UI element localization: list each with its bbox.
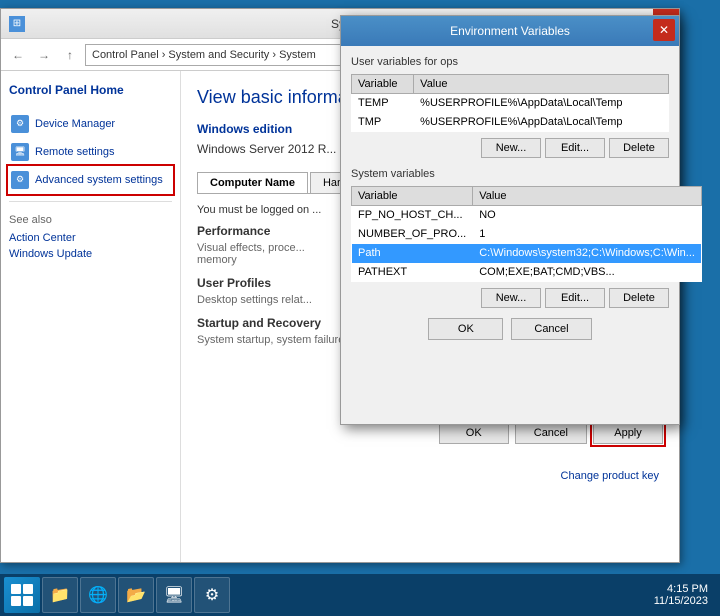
taskbar-server-icon[interactable]: 🖥 <box>156 577 192 613</box>
sys-edit-button[interactable]: Edit... <box>545 288 605 308</box>
user-var-row-tmp[interactable]: TMP %USERPROFILE%\AppData\Local\Temp <box>352 113 669 132</box>
sys-var-row-path[interactable]: Path C:\Windows\system32;C:\Windows;C:\W… <box>352 244 702 263</box>
sidebar-item-advanced-settings[interactable]: ⚙ Advanced system settings <box>9 167 172 193</box>
system-vars-buttons: New... Edit... Delete <box>351 288 669 308</box>
sys-var-col-value: Value <box>473 187 702 206</box>
ok-button[interactable]: OK <box>439 422 509 444</box>
up-button[interactable]: ↑ <box>59 44 81 66</box>
taskbar-explorer-icon[interactable]: 📁 <box>42 577 78 613</box>
user-vars-buttons: New... Edit... Delete <box>351 138 669 158</box>
user-delete-button[interactable]: Delete <box>609 138 669 158</box>
user-vars-table: Variable Value TEMP %USERPROFILE%\AppDat… <box>351 74 669 132</box>
user-var-row-temp[interactable]: TEMP %USERPROFILE%\AppData\Local\Temp <box>352 94 669 113</box>
left-panel: Control Panel Home ⚙ Device Manager 🖥 Re… <box>1 71 181 562</box>
env-ok-row: OK Cancel <box>351 318 669 340</box>
divider <box>9 201 172 202</box>
forward-button[interactable]: → <box>33 44 55 66</box>
env-dialog-titlebar: Environment Variables ✕ <box>341 16 679 46</box>
taskbar-ie-icon[interactable]: 🌐 <box>80 577 116 613</box>
change-product-key-link[interactable]: Change product key <box>561 470 659 482</box>
device-manager-label: Device Manager <box>35 118 115 130</box>
sys-var-pathext-value: COM;EXE;BAT;CMD;VBS... <box>473 263 702 282</box>
advanced-settings-icon: ⚙ <box>11 171 29 189</box>
sys-var-numproc-name: NUMBER_OF_PRO... <box>352 225 473 244</box>
sys-var-pathext-name: PATHEXT <box>352 263 473 282</box>
user-new-button[interactable]: New... <box>481 138 541 158</box>
env-close-button[interactable]: ✕ <box>653 19 675 41</box>
system-vars-table: Variable Value FP_NO_HOST_CH... NO NUMBE… <box>351 186 702 282</box>
start-icon <box>11 584 33 606</box>
env-ok-button[interactable]: OK <box>428 318 503 340</box>
clock-date: 11/15/2023 <box>654 595 708 607</box>
taskbar: 📁 🌐 📂 🖥 ⚙ 4:15 PM 11/15/2023 <box>0 574 720 616</box>
sys-var-fp-value: NO <box>473 206 702 225</box>
sidebar-item-device-manager[interactable]: ⚙ Device Manager <box>9 111 172 137</box>
start-button[interactable] <box>4 577 40 613</box>
sys-var-row-numproc[interactable]: NUMBER_OF_PRO... 1 <box>352 225 702 244</box>
tab-computer-name[interactable]: Computer Name <box>197 172 308 193</box>
apply-button[interactable]: Apply <box>593 422 663 444</box>
system-vars-title: System variables <box>351 168 669 180</box>
remote-settings-label: Remote settings <box>35 146 114 158</box>
sys-var-path-value: C:\Windows\system32;C:\Windows;C:\Win... <box>473 244 702 263</box>
user-var-tmp-name: TMP <box>352 113 414 132</box>
user-var-col-variable: Variable <box>352 75 414 94</box>
taskbar-settings-icon[interactable]: ⚙ <box>194 577 230 613</box>
user-var-temp-value: %USERPROFILE%\AppData\Local\Temp <box>414 94 669 113</box>
remote-settings-icon: 🖥 <box>11 143 29 161</box>
user-var-col-value: Value <box>414 75 669 94</box>
control-panel-home-title: Control Panel Home <box>9 83 172 99</box>
env-dialog-content: User variables for ops Variable Value TE… <box>341 46 679 350</box>
sys-delete-button[interactable]: Delete <box>609 288 669 308</box>
user-var-tmp-value: %USERPROFILE%\AppData\Local\Temp <box>414 113 669 132</box>
action-center-link[interactable]: Action Center <box>9 232 172 244</box>
sys-var-fp-name: FP_NO_HOST_CH... <box>352 206 473 225</box>
advanced-settings-label: Advanced system settings <box>35 174 163 186</box>
sys-var-row-fp[interactable]: FP_NO_HOST_CH... NO <box>352 206 702 225</box>
desktop: ⊞ System — □ ✕ ← → ↑ Control Panel › Sys… <box>0 0 720 574</box>
taskbar-folder-icon[interactable]: 📂 <box>118 577 154 613</box>
system-window-icon: ⊞ <box>9 16 25 32</box>
sys-new-button[interactable]: New... <box>481 288 541 308</box>
windows-update-link[interactable]: Windows Update <box>9 248 172 260</box>
environment-variables-dialog: Environment Variables ✕ User variables f… <box>340 15 680 425</box>
env-cancel-button[interactable]: Cancel <box>511 318 591 340</box>
cancel-button[interactable]: Cancel <box>515 422 587 444</box>
sidebar-item-remote-settings[interactable]: 🖥 Remote settings <box>9 139 172 165</box>
sys-var-row-pathext[interactable]: PATHEXT COM;EXE;BAT;CMD;VBS... <box>352 263 702 282</box>
sys-var-col-variable: Variable <box>352 187 473 206</box>
user-vars-title: User variables for ops <box>351 56 669 68</box>
sys-var-numproc-value: 1 <box>473 225 702 244</box>
user-var-temp-name: TEMP <box>352 94 414 113</box>
taskbar-clock: 4:15 PM 11/15/2023 <box>646 583 716 607</box>
sys-var-path-name: Path <box>352 244 473 263</box>
device-manager-icon: ⚙ <box>11 115 29 133</box>
see-also-label: See also <box>9 214 172 226</box>
user-edit-button[interactable]: Edit... <box>545 138 605 158</box>
bottom-buttons: OK Cancel Apply <box>197 422 663 444</box>
back-button[interactable]: ← <box>7 44 29 66</box>
env-dialog-title: Environment Variables <box>349 24 671 38</box>
clock-time: 4:15 PM <box>654 583 708 595</box>
